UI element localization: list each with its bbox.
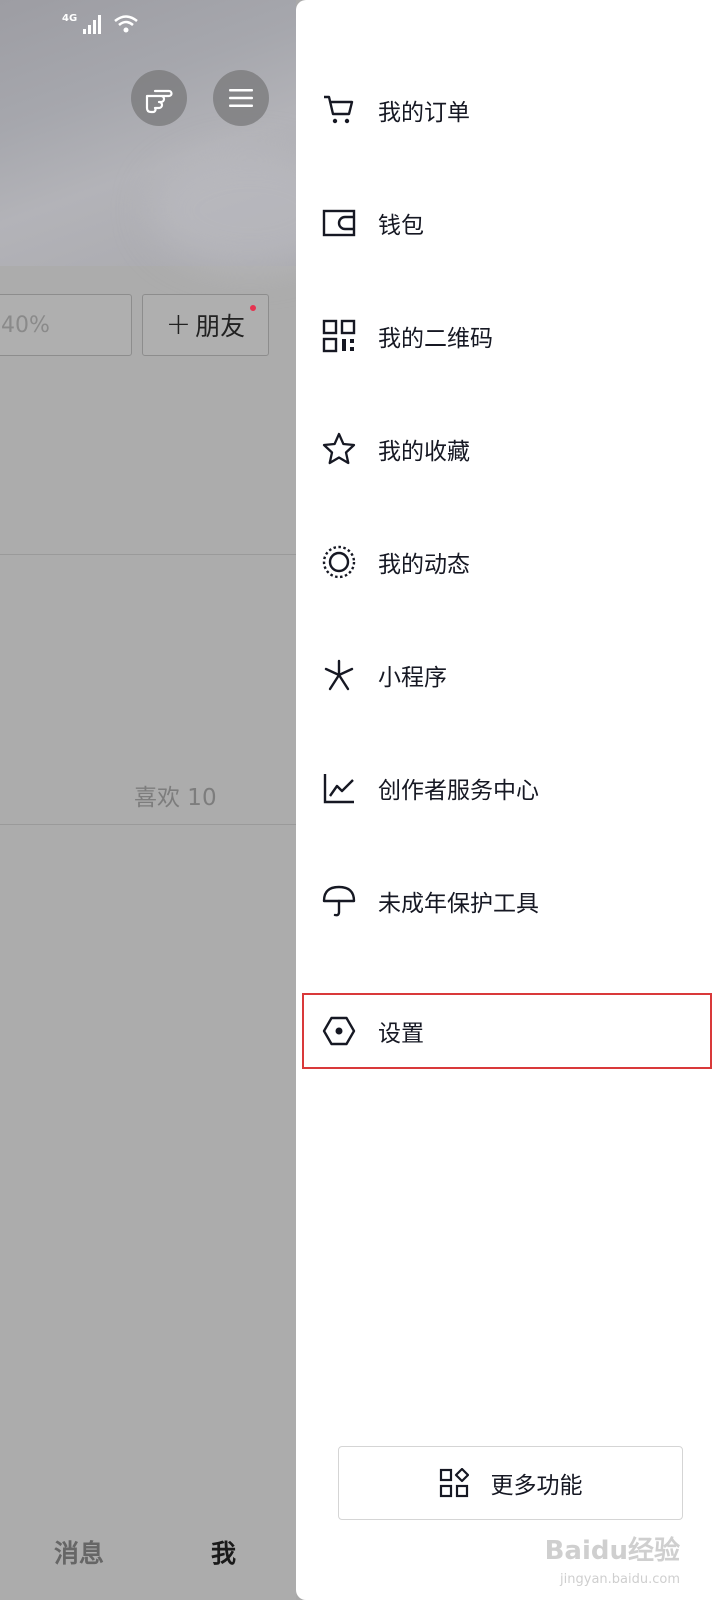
baidu-watermark-url: jingyan.baidu.com <box>560 1572 680 1587</box>
network-type: 4G <box>62 13 78 24</box>
qr-code-icon <box>322 319 356 353</box>
menu-item-moments[interactable]: 我的动态 <box>296 527 720 597</box>
menu-button[interactable] <box>213 70 269 126</box>
menu-item-creator-center[interactable]: 创作者服务中心 <box>296 753 720 823</box>
menu-item-label: 未成年保护工具 <box>378 891 539 917</box>
menu-item-label: 我的收藏 <box>378 439 470 465</box>
profile-completion-pill[interactable]: 40% <box>0 294 132 356</box>
bottom-navigation: 消息 我 <box>0 1534 296 1574</box>
menu-item-minor-protection[interactable]: 未成年保护工具 <box>296 866 720 936</box>
menu-item-mini-programs[interactable]: 小程序 <box>296 640 720 710</box>
tab-messages[interactable]: 消息 <box>54 1534 104 1570</box>
wallet-icon <box>322 206 356 240</box>
divider <box>0 824 296 825</box>
mini-program-icon <box>322 658 356 692</box>
profile-completion-text: 40% <box>1 312 50 338</box>
add-friend-label: 朋友 <box>195 312 246 341</box>
menu-item-label: 我的动态 <box>378 552 470 578</box>
menu-item-qr-code[interactable]: 我的二维码 <box>296 301 720 371</box>
menu-item-label: 创作者服务中心 <box>378 778 539 804</box>
wifi-icon <box>114 15 138 33</box>
menu-item-wallet[interactable]: 钱包 <box>296 188 720 258</box>
apps-grid-icon <box>439 1468 469 1498</box>
moments-icon <box>322 545 356 579</box>
visitor-button[interactable] <box>131 70 187 126</box>
baidu-watermark: Baidu经验 <box>544 1536 680 1566</box>
menu-item-label: 小程序 <box>378 665 447 691</box>
menu-item-favorites[interactable]: 我的收藏 <box>296 414 720 484</box>
likes-tab[interactable]: 喜欢 10 <box>134 778 217 812</box>
menu-item-label: 我的二维码 <box>378 326 493 352</box>
profile-page-background: 4G 40% + 朋友 喜欢 10 消息 我 <box>0 0 296 1600</box>
umbrella-icon <box>322 884 356 918</box>
tab-me[interactable]: 我 <box>211 1534 236 1570</box>
side-drawer: 我的订单 钱包 我的二维码 我的收藏 我的动态 小程序 创作者服务中心 未成年保… <box>296 0 720 1600</box>
plus-icon: + <box>165 307 192 342</box>
divider <box>0 554 296 555</box>
hamburger-icon <box>229 89 253 107</box>
more-features-label: 更多功能 <box>490 1473 583 1499</box>
more-features-button[interactable]: 更多功能 <box>338 1446 683 1520</box>
cart-icon <box>322 93 356 127</box>
signal-icon <box>83 14 102 34</box>
menu-item-label: 我的订单 <box>378 100 470 126</box>
pointing-hand-icon <box>145 89 173 114</box>
settings-highlight-box <box>302 993 712 1069</box>
profile-cover <box>0 0 296 266</box>
menu-item-label: 钱包 <box>378 213 424 239</box>
chart-icon <box>322 771 356 805</box>
notification-dot <box>250 305 256 311</box>
star-icon <box>322 432 356 466</box>
menu-item-orders[interactable]: 我的订单 <box>296 75 720 145</box>
add-friend-button[interactable]: + 朋友 <box>142 294 269 356</box>
status-bar: 4G <box>62 14 139 34</box>
